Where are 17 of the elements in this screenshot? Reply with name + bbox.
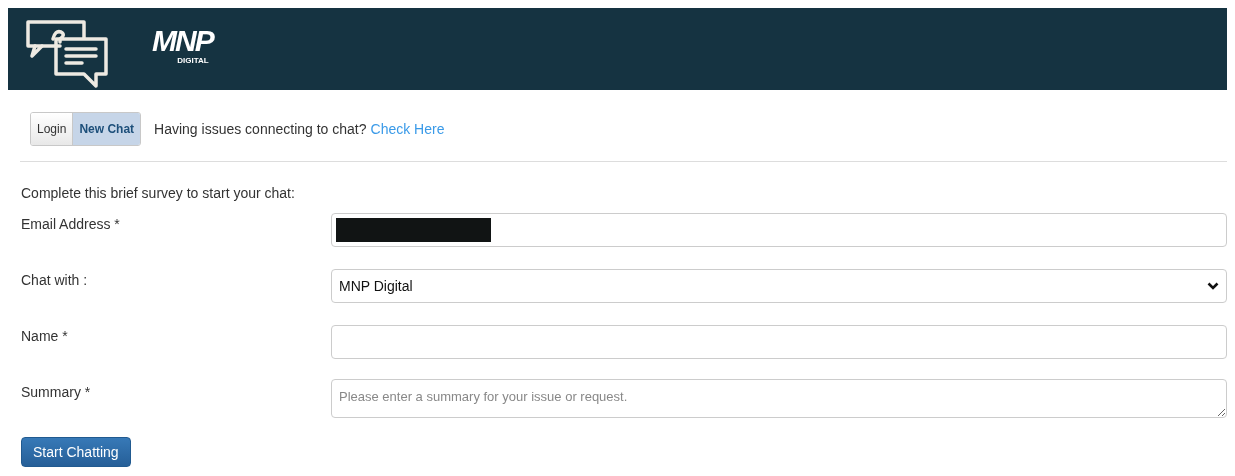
name-field[interactable]	[331, 325, 1227, 359]
tab[interactable]: New Chat	[72, 113, 141, 145]
caret-icon	[1207, 282, 1219, 290]
field-label: Summary *	[21, 383, 92, 400]
summary-field[interactable]: Please enter a summary for your issue or request.	[331, 379, 1227, 418]
email-field[interactable]	[331, 213, 1227, 247]
start-chatting-button[interactable]: Start Chatting	[21, 437, 131, 467]
logo-subtext: DIGITAL	[177, 55, 209, 65]
check-here-link[interactable]: Check Here	[370, 121, 445, 137]
tab[interactable]: Login	[31, 113, 73, 145]
field-label: Email Address *	[21, 215, 121, 232]
logo-wordmark: MNP	[152, 25, 213, 56]
field-label: Chat with :	[21, 271, 89, 288]
field-label: Name *	[21, 327, 69, 344]
intro-text: Complete this brief survey to start your chat:	[21, 185, 296, 201]
notice-text: Having issues connecting to chat?	[154, 121, 367, 137]
chat-with-dropdown[interactable]: MNP Digital	[331, 269, 1227, 303]
